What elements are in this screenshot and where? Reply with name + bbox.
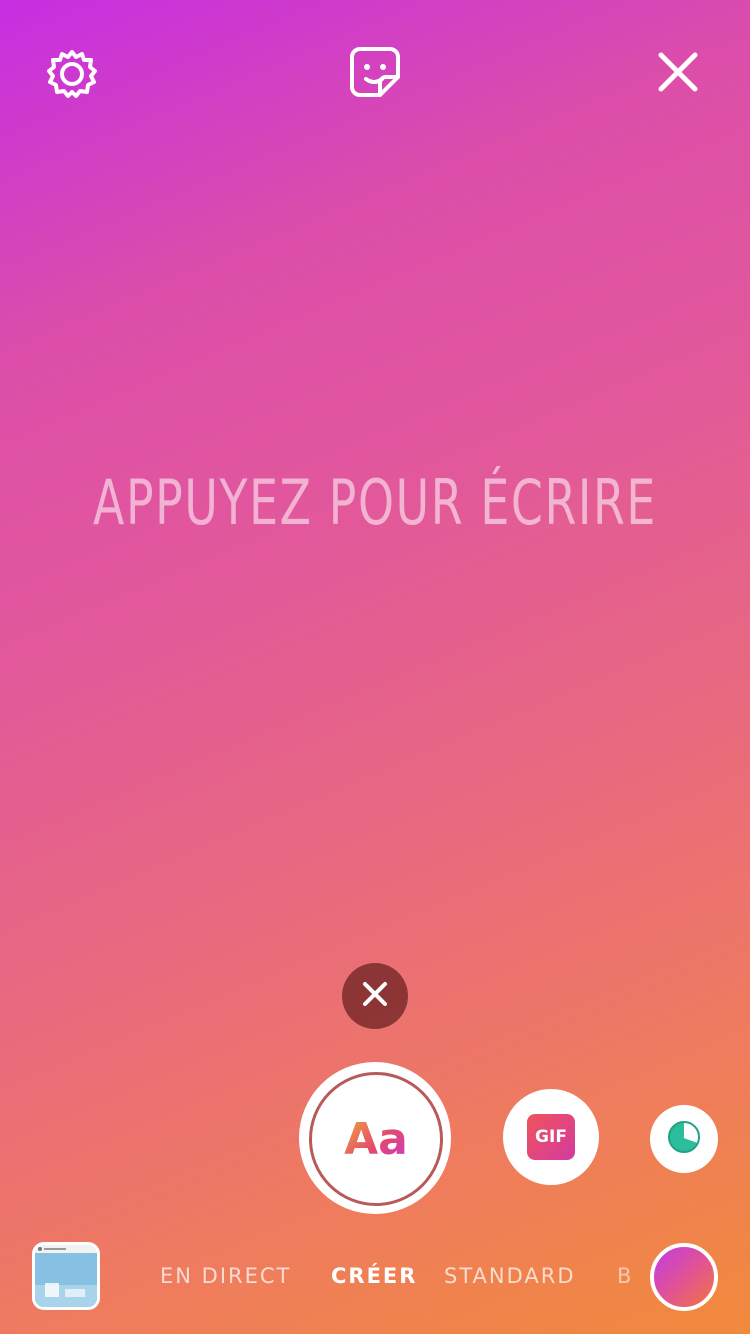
settings-button[interactable] [40, 44, 104, 108]
poll-mode-button[interactable] [650, 1105, 718, 1173]
poll-chart-icon [666, 1119, 702, 1159]
gear-icon [46, 48, 98, 104]
sticker-face-icon [348, 45, 402, 103]
text-mode-ring: Aa [309, 1072, 443, 1206]
gif-label: GIF [535, 1127, 567, 1147]
gallery-thumbnail[interactable] [32, 1242, 100, 1310]
tap-to-type-prompt[interactable]: APPUYEZ POUR ÉCRIRE [68, 466, 683, 539]
close-button[interactable] [646, 42, 710, 106]
background-color-picker[interactable] [650, 1243, 718, 1311]
tab-live[interactable]: EN DIRECT [160, 1264, 291, 1288]
gif-mode-button[interactable]: GIF [503, 1089, 599, 1185]
text-mode-button[interactable]: Aa [299, 1062, 451, 1214]
text-mode-label: Aa [344, 1113, 408, 1165]
tab-create[interactable]: CRÉER [331, 1264, 417, 1288]
sticker-button[interactable] [343, 42, 407, 106]
tab-next[interactable]: B [617, 1264, 633, 1288]
close-icon [361, 980, 389, 1012]
gif-icon: GIF [527, 1114, 575, 1160]
dismiss-button[interactable] [342, 963, 408, 1029]
tab-standard[interactable]: STANDARD [444, 1264, 576, 1288]
close-icon [657, 51, 699, 97]
gallery-preview-image [35, 1245, 97, 1307]
